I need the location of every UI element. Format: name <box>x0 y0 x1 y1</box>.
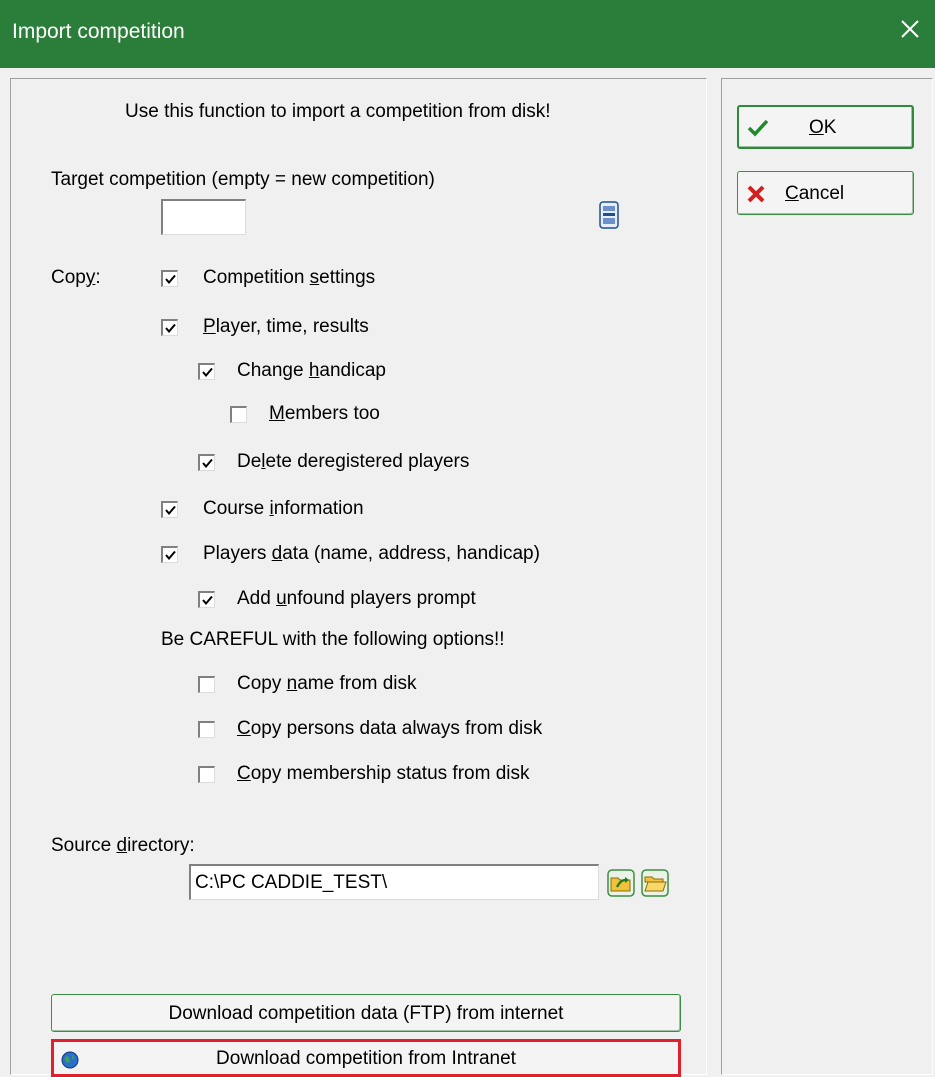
check-mark-icon <box>165 505 176 516</box>
copy-membership-status-label[interactable]: Copy membership status from disk <box>237 763 530 785</box>
player-time-results-label[interactable]: Player, time, results <box>203 316 369 338</box>
intro-text: Use this function to import a competitio… <box>125 101 551 122</box>
change-handicap-checkbox[interactable] <box>198 363 215 380</box>
download-ftp-label: Download competition data (FTP) from int… <box>168 1003 564 1024</box>
check-mark-icon <box>202 367 213 378</box>
course-information-checkbox[interactable] <box>161 501 178 518</box>
player-time-results-checkbox[interactable] <box>161 319 178 336</box>
careful-warning-text: Be CAREFUL with the following options!! <box>161 629 505 650</box>
download-ftp-button[interactable]: Download competition data (FTP) from int… <box>51 994 681 1032</box>
ok-label: OK <box>809 117 837 138</box>
delete-deregistered-label[interactable]: Delete deregistered players <box>237 451 469 473</box>
check-mark-icon <box>202 458 213 469</box>
cancel-label: Cancel <box>785 183 845 204</box>
competition-settings-checkbox[interactable] <box>161 270 178 287</box>
copy-persons-data-label[interactable]: Copy persons data always from disk <box>237 718 542 740</box>
source-directory-field[interactable] <box>191 866 598 899</box>
check-icon <box>747 119 769 137</box>
title-bar: Import competition <box>0 0 935 68</box>
list-picker-icon[interactable] <box>599 201 619 229</box>
copy-persons-data-checkbox[interactable] <box>198 721 215 738</box>
options-panel: Use this function to import a competitio… <box>10 78 707 1077</box>
copy-name-checkbox[interactable] <box>198 676 215 693</box>
change-handicap-label[interactable]: Change handicap <box>237 360 386 382</box>
x-icon <box>747 185 765 203</box>
source-directory-input[interactable] <box>189 864 599 900</box>
target-competition-input[interactable] <box>161 199 246 235</box>
players-data-checkbox[interactable] <box>161 546 178 563</box>
cancel-button[interactable]: Cancel <box>737 171 914 215</box>
check-mark-icon <box>165 274 176 285</box>
target-label: Target competition (empty = new competit… <box>51 169 435 190</box>
dialog-body: Use this function to import a competitio… <box>0 68 935 1077</box>
check-mark-icon <box>165 323 176 334</box>
ok-button[interactable]: OK <box>737 105 914 149</box>
copy-membership-status-checkbox[interactable] <box>198 766 215 783</box>
folder-open-icon[interactable] <box>641 869 669 897</box>
copy-name-label[interactable]: Copy name from disk <box>237 673 417 695</box>
download-intranet-label: Download competition from Intranet <box>216 1048 516 1069</box>
folder-arrow-icon[interactable] <box>607 869 635 897</box>
target-competition-field[interactable] <box>163 201 245 234</box>
window-title: Import competition <box>12 20 185 43</box>
members-too-checkbox[interactable] <box>230 406 247 423</box>
competition-settings-label[interactable]: Competition settings <box>203 267 375 289</box>
add-unfound-players-label[interactable]: Add unfound players prompt <box>237 588 476 610</box>
course-information-label[interactable]: Course information <box>203 498 364 520</box>
members-too-label[interactable]: Members too <box>269 403 380 425</box>
download-intranet-button[interactable]: Download competition from Intranet <box>51 1039 681 1077</box>
add-unfound-players-checkbox[interactable] <box>198 591 215 608</box>
check-mark-icon <box>202 595 213 606</box>
check-mark-icon <box>165 550 176 561</box>
delete-deregistered-checkbox[interactable] <box>198 454 215 471</box>
source-directory-label: Source directory: <box>51 835 195 856</box>
close-icon[interactable] <box>895 14 925 44</box>
players-data-label[interactable]: Players data (name, address, handicap) <box>203 543 540 565</box>
actions-panel: OK Cancel <box>721 78 933 1075</box>
copy-label: Copy: <box>51 267 101 288</box>
